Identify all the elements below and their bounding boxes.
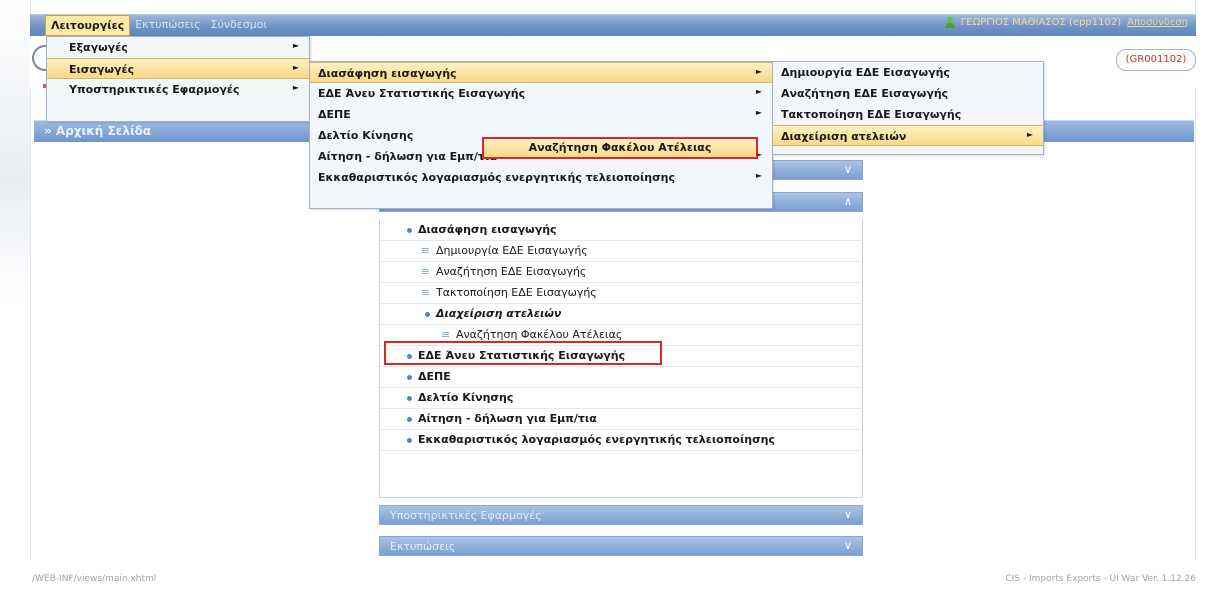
- menu-leitourgies: Εξαγωγές ► Εισαγωγές ► Υποστηρικτικές Εφαρ…: [46, 36, 310, 122]
- bullet-icon: [407, 396, 412, 401]
- list-item-diaxeirisi-ateleion[interactable]: Διαχείριση ατελειών: [380, 304, 862, 325]
- sub-bullet-icon: [442, 332, 449, 337]
- bullet-icon: [407, 228, 412, 233]
- panel-header-support[interactable]: Υποστηρικτικές Εφαρμογές ∨: [379, 505, 863, 525]
- menu-item-eisagoges[interactable]: Εισαγωγές ►: [47, 58, 309, 79]
- menu-item-taktopoiisi-ede[interactable]: Τακτοποίηση ΕΔΕ Εισαγωγής: [773, 104, 1043, 125]
- list-item-ekkatharistikos[interactable]: Εκκαθαριστικός λογαριασμός ενεργητικής τ…: [380, 430, 862, 451]
- imports-list: Διασάφηση εισαγωγής Δημιουργία ΕΔΕ Εισαγ…: [379, 220, 863, 498]
- menubar-item-ektyposeis[interactable]: Εκτυπώσεις: [130, 15, 205, 36]
- menu-item-anazitisi-fakelou[interactable]: Αναζήτηση Φακέλου Ατέλειας: [482, 137, 758, 159]
- panel-header-prints[interactable]: Εκτυπώσεις ∨: [379, 536, 863, 556]
- footer-path: /WEB-INF/views/main.xhtml: [32, 574, 157, 584]
- menubar-item-syndesmoi[interactable]: Σύνδεσμοι: [206, 15, 273, 36]
- list-item-depe[interactable]: ΔΕΠΕ: [380, 367, 862, 388]
- menu-item-ekkatharistikos[interactable]: Εκκαθαριστικός λογαριασμός ενεργητικής τ…: [310, 167, 772, 188]
- menu-item-diaxeirisi-ateleion[interactable]: Διαχείριση ατελειών ►: [773, 125, 1043, 146]
- menu-item-dimiourgia-ede[interactable]: Δημιουργία ΕΔΕ Εισαγωγής: [773, 62, 1043, 83]
- footer-version: CIS - Imports Exports - UI War Ver. 1.12…: [1005, 574, 1196, 584]
- left-shade: [0, 0, 30, 300]
- section-title-support: Υποστηρικτικές Εφαρμογές: [390, 509, 542, 522]
- bullet-icon: [407, 375, 412, 380]
- list-item-diasafisi[interactable]: Διασάφηση εισαγωγής: [380, 220, 862, 241]
- sub-bullet-icon: [422, 290, 429, 295]
- menubar: Λειτουργίες Εκτυπώσεις Σύνδεσμοι: [45, 15, 272, 36]
- arrow-right-icon: ►: [292, 83, 299, 92]
- sub-bullet-icon: [422, 269, 429, 274]
- list-item-deltio[interactable]: Δελτίο Κίνησης: [380, 388, 862, 409]
- list-item-anazitisi-ede[interactable]: Αναζήτηση ΕΔΕ Εισαγωγής: [380, 262, 862, 283]
- menu-eisagoges: Διασάφηση εισαγωγής ► ΕΔΕ Άνευ Στατιστική…: [309, 61, 773, 209]
- arrow-right-icon: ►: [755, 87, 762, 96]
- bullet-icon: [407, 417, 412, 422]
- logout-link[interactable]: Αποσύνδεση: [1127, 17, 1188, 28]
- office-code-badge: (GR001102): [1116, 49, 1196, 71]
- user-name: ΓΕΩΡΓΙΟΣ ΜΑΘΙΑΣΟΣ (epp1102): [960, 17, 1122, 28]
- menu-item-anazitisi-ede[interactable]: Αναζήτηση ΕΔΕ Εισαγωγής: [773, 83, 1043, 104]
- arrow-right-icon: ►: [755, 171, 762, 180]
- list-item-dimiourgia[interactable]: Δημιουργία ΕΔΕ Εισαγωγής: [380, 241, 862, 262]
- arrow-right-icon: ►: [292, 41, 299, 50]
- highlight-frame: [384, 341, 662, 365]
- bullet-icon: [407, 438, 412, 443]
- section-title-prints: Εκτυπώσεις: [390, 540, 456, 553]
- chevron-down-icon: ∨: [843, 163, 852, 176]
- bullet-icon: [425, 312, 430, 317]
- arrow-right-icon: ►: [755, 108, 762, 117]
- chevron-down-icon: ∨: [843, 508, 852, 521]
- menubar-item-leitourgies[interactable]: Λειτουργίες: [45, 15, 131, 36]
- menu-item-depe[interactable]: ΔΕΠΕ ►: [310, 104, 772, 125]
- chevron-up-icon: ∧: [843, 195, 852, 208]
- menu-diasafisi: Δημιουργία ΕΔΕ Εισαγωγής Αναζήτηση ΕΔΕ Ε…: [772, 61, 1044, 155]
- sub-bullet-icon: [422, 248, 429, 253]
- chevron-down-icon: ∨: [843, 539, 852, 552]
- menu-item-ede-aneu[interactable]: ΕΔΕ Άνευ Στατιστικής Εισαγωγής ►: [310, 83, 772, 104]
- arrow-right-icon: ►: [1026, 130, 1033, 139]
- menu-item-diasafisi[interactable]: Διασάφηση εισαγωγής ►: [310, 62, 772, 83]
- user-icon: [944, 17, 955, 28]
- user-area: ΓΕΩΡΓΙΟΣ ΜΑΘΙΑΣΟΣ (epp1102) Αποσύνδεση: [944, 17, 1188, 28]
- content-panel: ∨ ∧ Διασάφηση εισαγωγής Δημιουργία ΕΔΕ Ε…: [379, 160, 863, 570]
- list-item-aitisi[interactable]: Αίτηση - δήλωση για Εμπ/τια: [380, 409, 862, 430]
- menu-item-exagoges[interactable]: Εξαγωγές ►: [47, 37, 309, 58]
- list-item-taktopoiisi[interactable]: Τακτοποίηση ΕΔΕ Εισαγωγής: [380, 283, 862, 304]
- menu-item-ypostiriktikes[interactable]: Υποστηρικτικές Εφαρμογές ►: [47, 79, 309, 100]
- arrow-right-icon: ►: [755, 67, 762, 76]
- arrow-right-icon: ►: [292, 63, 299, 72]
